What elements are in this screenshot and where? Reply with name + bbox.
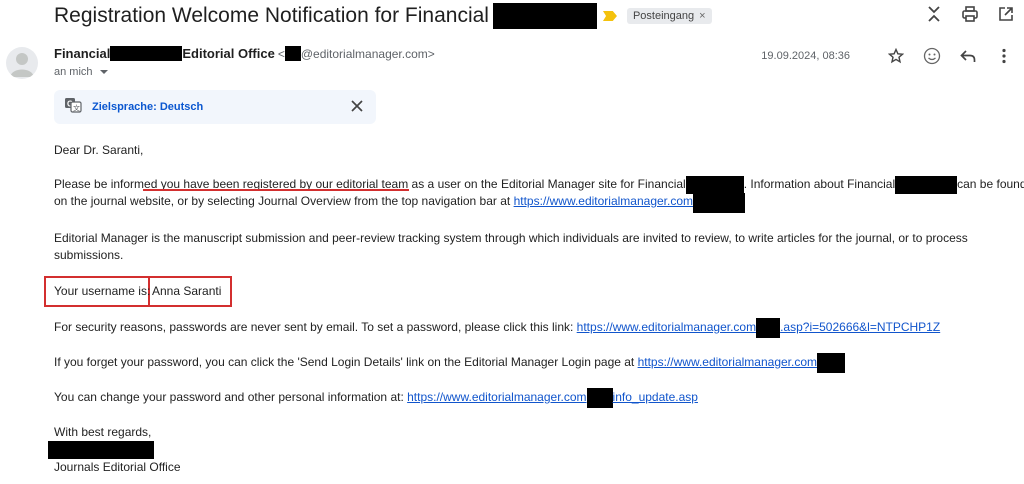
signature: Journals Editorial Office [54, 460, 181, 474]
email-bracket: < [277, 46, 285, 61]
close-icon[interactable] [350, 99, 364, 118]
redaction-block [48, 441, 154, 459]
closing: With best regards, [54, 425, 152, 439]
email-subject: Registration Welcome Notification for Fi… [54, 4, 489, 27]
greeting: Dear Dr. Saranti, [54, 143, 144, 157]
reply-icon[interactable] [958, 46, 978, 66]
paragraph-editorial-manager-line2: submissions. [54, 248, 124, 262]
star-icon[interactable] [886, 46, 906, 66]
paragraph-registration: Please be informed you have been registe… [54, 176, 1024, 194]
text-span: You can change your password and other p… [54, 390, 408, 405]
paragraph-set-password: For security reasons, passwords are neve… [54, 318, 940, 338]
paragraph-registration-line2: on the journal website, or by selecting … [54, 193, 746, 213]
recipient-label: an mich [54, 66, 93, 78]
paragraph-forgot-password: If you forget your password, you can cli… [54, 353, 846, 373]
recipient-dropdown[interactable]: an mich [54, 66, 108, 78]
chevron-down-icon [99, 70, 108, 74]
info-update-link[interactable]: info_update.asp [613, 390, 698, 404]
importance-marker-icon[interactable] [602, 11, 617, 21]
label-chip-text: Posteingang [632, 10, 695, 22]
label-chip-inbox[interactable]: Posteingang × [626, 8, 712, 24]
paragraph-editorial-manager: Editorial Manager is the manuscript subm… [54, 231, 968, 245]
message-date: 19.09.2024, 08:36 [761, 50, 850, 62]
svg-text:文: 文 [73, 103, 80, 112]
redaction-block [817, 353, 846, 373]
open-in-new-window-icon[interactable] [998, 6, 1014, 22]
redaction-block [110, 46, 183, 61]
target-language-link[interactable]: Zielsprache: Deutsch [92, 101, 203, 113]
text-span: on the journal website, or by selecting … [54, 194, 514, 208]
emoji-reaction-icon[interactable] [922, 46, 942, 66]
sender-name-part: Financial [54, 46, 111, 61]
sender-name[interactable]: Financial Editorial Office [54, 46, 275, 61]
editorial-manager-link[interactable]: https://www.editorialmanager.com [514, 194, 693, 208]
redaction-block [895, 176, 958, 194]
email-address-suffix: @editorialmanager.com> [300, 46, 435, 61]
text-span: as a user on the Editorial Manager site … [408, 177, 686, 192]
redaction-block [492, 3, 597, 29]
username-label: Your username is: [54, 284, 151, 298]
redaction-block [693, 193, 746, 213]
redaction-block [586, 388, 613, 408]
translation-bar: G文 Zielsprache: Deutsch [54, 90, 376, 124]
paragraph-change-info: You can change your password and other p… [54, 388, 698, 408]
translate-icon[interactable]: G文 [64, 97, 82, 118]
text-span: can be found [957, 177, 1024, 192]
login-page-link[interactable]: https://www.editorialmanager.com [638, 355, 817, 369]
subject-row: Registration Welcome Notification for Fi… [54, 2, 712, 30]
collapse-expand-icon[interactable] [926, 6, 942, 22]
redaction-block [284, 46, 301, 61]
more-options-icon[interactable] [994, 46, 1014, 66]
text-span: If you forget your password, you can cli… [54, 355, 638, 370]
toolbar-top [926, 6, 1014, 22]
text-span: . Information about Financial [743, 177, 896, 192]
print-icon[interactable] [962, 6, 978, 22]
username-value: Anna Saranti [152, 284, 222, 298]
info-update-link[interactable]: https://www.editorialmanager.com [407, 390, 586, 404]
sender-row: Financial Editorial Office < @editorialm… [54, 46, 435, 61]
red-underline-annotation [143, 189, 409, 191]
set-password-link[interactable]: https://www.editorialmanager.com [577, 320, 756, 334]
label-remove-icon[interactable]: × [699, 10, 705, 22]
redaction-block [685, 176, 744, 194]
text-span: For security reasons, passwords are neve… [54, 320, 577, 335]
message-meta: 19.09.2024, 08:36 [761, 46, 1014, 66]
set-password-link[interactable]: .asp?i=502666&l=NTPCHP1Z [780, 320, 940, 334]
sender-email: < @editorialmanager.com> [278, 46, 435, 61]
redaction-block [756, 318, 781, 338]
sender-avatar[interactable] [6, 47, 38, 79]
sender-name-part: Editorial Office [182, 46, 275, 61]
